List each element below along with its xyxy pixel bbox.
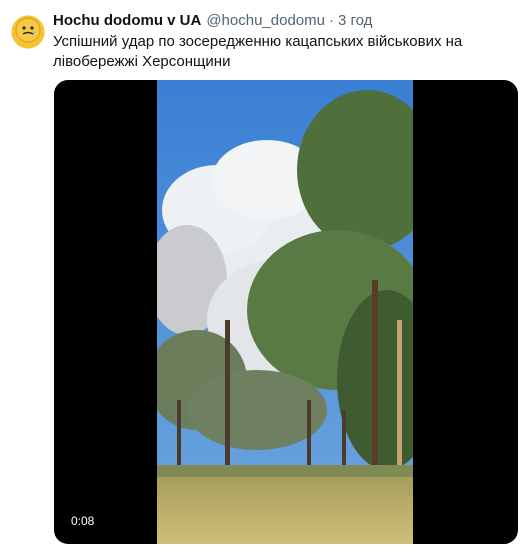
tweet-text: Успішний удар по зосередженню кацапських…: [53, 33, 463, 70]
author-name[interactable]: Hochu dodomu v UA: [53, 12, 201, 29]
video-thumbnail[interactable]: [157, 80, 413, 544]
video-player[interactable]: 0:08: [54, 80, 518, 544]
timestamp[interactable]: 3 год: [338, 12, 372, 29]
separator-dot: ·: [328, 12, 334, 29]
author-handle[interactable]: @hochu_dodomu: [206, 12, 325, 29]
tweet-header: Hochu dodomu v UA @hochu_dodomu · 3 год: [53, 12, 372, 29]
avatar-face-icon: [15, 17, 41, 43]
tweet[interactable]: Hochu dodomu v UA @hochu_dodomu · 3 год …: [0, 0, 528, 553]
video-duration: 0:08: [71, 514, 95, 528]
avatar[interactable]: [8, 10, 48, 50]
